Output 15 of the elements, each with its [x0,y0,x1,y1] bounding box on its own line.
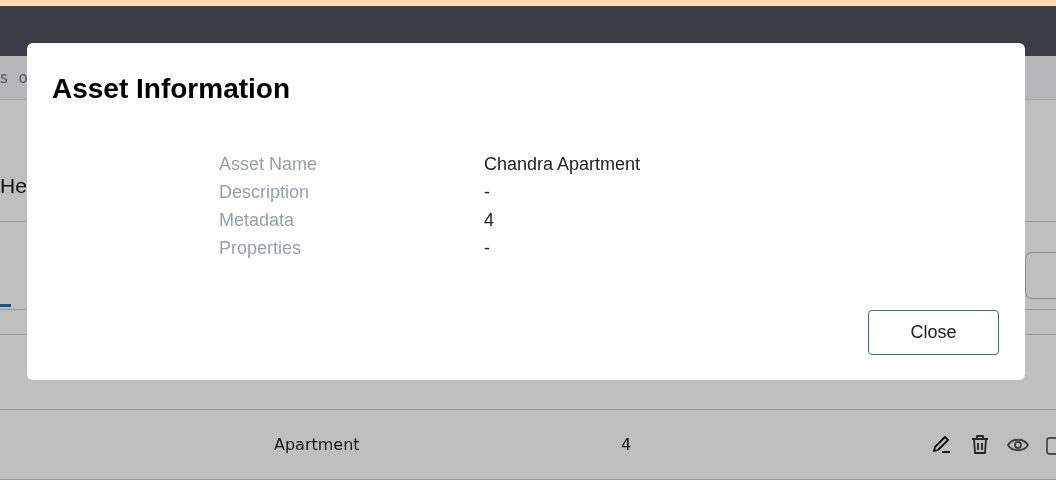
table-cell-text: Apartment [274,435,361,454]
field-value: Chandra Apartment [484,154,642,175]
dialog-title: Asset Information [52,73,292,105]
field-value: - [484,182,491,203]
field-label: Description [219,182,311,203]
field-value: - [484,238,491,259]
field-label: Metadata [219,210,296,231]
page-heading: He [0,173,27,198]
close-button[interactable]: Close [868,310,999,355]
table-cell-text: 4 [621,435,633,454]
field-label: Asset Name [219,154,319,175]
breadcrumb: s o [0,68,31,87]
tab-indicator [0,304,11,307]
field-value: 4 [484,210,495,231]
field-label: Properties [219,238,303,259]
